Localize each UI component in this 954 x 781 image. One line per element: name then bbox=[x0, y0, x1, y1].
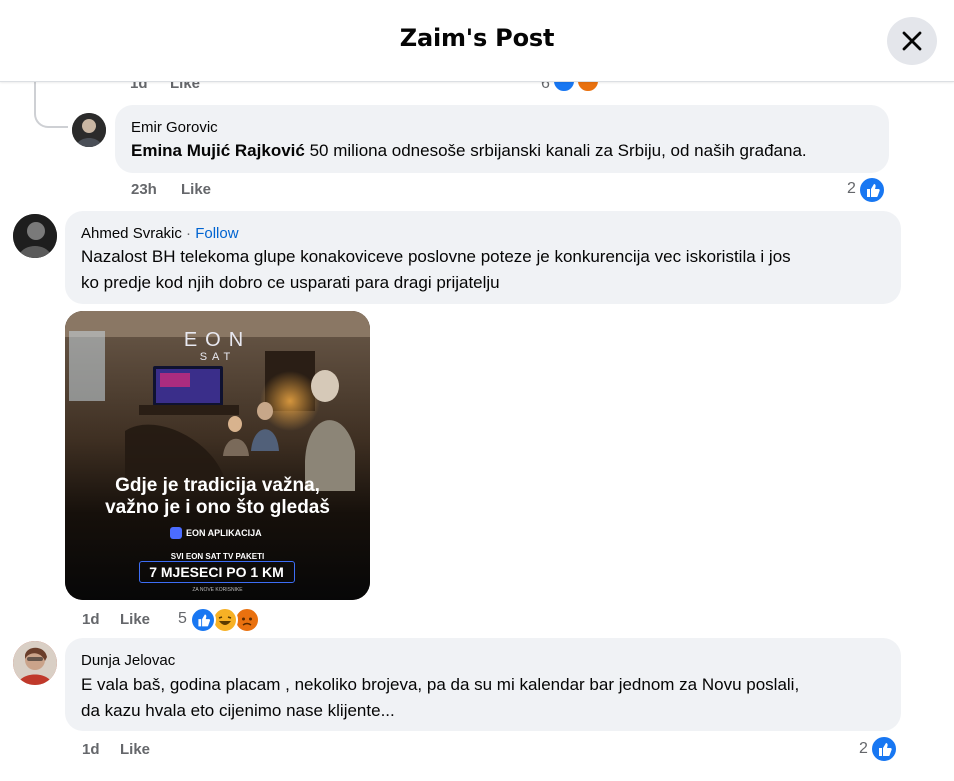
avatar[interactable] bbox=[13, 641, 57, 685]
post-dialog-header: Zaim's Post bbox=[0, 0, 954, 82]
like-button[interactable]: Like bbox=[120, 741, 150, 758]
person-icon bbox=[13, 641, 57, 685]
comment-text-line-1: E vala baš, godina placam , nekoliko bro… bbox=[81, 675, 800, 694]
offer-text: 7 MJESECI PO 1 KM bbox=[149, 564, 284, 580]
comment-time[interactable]: 1d bbox=[82, 611, 100, 628]
offer-footnote: ZA NOVE KORISNIKE bbox=[192, 587, 243, 593]
app-icon bbox=[170, 527, 182, 539]
comment-text-line-2: da kazu hvala eto cijenimo nase klijente… bbox=[81, 701, 395, 720]
app-label: EON APLIKACIJA bbox=[186, 528, 262, 538]
reaction-count: 2 bbox=[847, 180, 856, 197]
ad-headline-1: Gdje je tradicija važna, bbox=[115, 475, 320, 496]
thread-connector bbox=[34, 96, 68, 128]
comment-bubble: Emir Gorovic Emina Mujić Rajković 50 mil… bbox=[115, 105, 889, 173]
brand-sub: SAT bbox=[199, 351, 236, 363]
person-icon bbox=[72, 113, 106, 147]
comment-time[interactable]: 23h bbox=[131, 181, 157, 198]
comment-bubble: Ahmed Svrakic · Follow Nazalost BH telek… bbox=[65, 211, 901, 304]
comment-text-line-2: ko predje kod njih dobro ce usparati par… bbox=[81, 273, 500, 292]
ad-headline-2: važno je i ono što gledaš bbox=[105, 497, 330, 518]
like-button[interactable]: Like bbox=[120, 611, 150, 628]
close-icon bbox=[902, 31, 922, 51]
avatar[interactable] bbox=[13, 214, 57, 258]
comment-author[interactable]: Emir Gorovic bbox=[131, 119, 218, 136]
follow-button[interactable]: Follow bbox=[195, 225, 238, 242]
offer-box: 7 MJESECI PO 1 KM bbox=[139, 561, 295, 583]
close-button[interactable] bbox=[887, 17, 937, 65]
comment-body: 50 miliona odnesoše srbijanski kanali za… bbox=[304, 141, 807, 160]
dialog-title: Zaim's Post bbox=[399, 24, 555, 52]
like-reaction-icon[interactable] bbox=[870, 735, 898, 763]
comment-text-line-1: Nazalost BH telekoma glupe konakoviceve … bbox=[81, 247, 791, 266]
like-button[interactable]: Like bbox=[181, 181, 211, 198]
comment-time[interactable]: 1d bbox=[82, 741, 100, 758]
comment-bubble: Dunja Jelovac E vala baš, godina placam … bbox=[65, 638, 901, 731]
separator: · bbox=[186, 225, 192, 242]
reaction-count: 5 bbox=[178, 610, 187, 627]
reaction-count: 2 bbox=[859, 740, 868, 757]
person-icon bbox=[13, 214, 57, 258]
comment-image[interactable]: EON SAT Gdje je tradicija važna, važno j… bbox=[65, 311, 370, 600]
like-reaction-icon[interactable] bbox=[858, 176, 886, 204]
comment-author[interactable]: Dunja Jelovac bbox=[81, 652, 175, 669]
packages-label: SVI EON SAT TV PAKETI bbox=[170, 552, 265, 561]
brand-logo: EON bbox=[183, 329, 252, 351]
like-reaction-icon[interactable] bbox=[190, 607, 216, 633]
app-badge: EON APLIKACIJA bbox=[170, 525, 266, 541]
avatar[interactable] bbox=[72, 113, 106, 147]
comment-text: Emina Mujić Rajković 50 miliona odnesoše… bbox=[131, 138, 807, 164]
mention-link[interactable]: Emina Mujić Rajković bbox=[131, 141, 305, 160]
comment-author[interactable]: Ahmed Svrakic bbox=[81, 225, 182, 242]
